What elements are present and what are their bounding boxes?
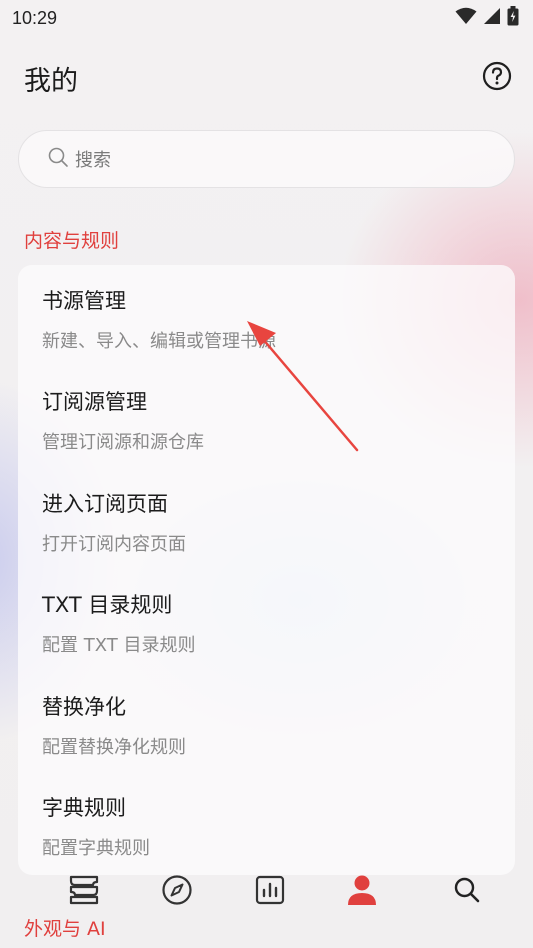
list-item-rss-page[interactable]: 进入订阅页面 打开订阅内容页面 [42,488,186,556]
item-subtitle: 配置字典规则 [42,838,150,859]
status-bar: 10:29 [0,0,533,36]
page-title: 我的 [24,65,78,97]
item-title: 书源管理 [42,289,126,313]
compass-icon [161,874,193,910]
nav-bookshelf[interactable] [66,874,102,910]
item-title: TXT 目录规则 [42,593,173,617]
list-item-dict-rules[interactable]: 字典规则 配置字典规则 [42,792,150,860]
list-item-replace-rules[interactable]: 替换净化 配置替换净化规则 [42,691,186,759]
help-circle-icon [482,61,512,95]
bottom-nav [0,868,533,948]
item-subtitle: 配置 TXT 目录规则 [42,635,196,656]
battery-icon [507,6,519,30]
item-title: 订阅源管理 [42,390,147,414]
help-button[interactable] [481,61,513,95]
item-subtitle: 新建、导入、编辑或管理书源 [42,331,276,352]
list-item-rss-source[interactable]: 订阅源管理 管理订阅源和源仓库 [42,386,204,454]
nav-search[interactable] [449,874,485,910]
signal-icon [483,7,501,29]
settings-card: 书源管理 新建、导入、编辑或管理书源 订阅源管理 管理订阅源和源仓库 进入订阅页… [18,265,515,875]
search-icon [453,876,481,908]
status-icons [455,6,519,30]
item-title: 进入订阅页面 [42,492,168,516]
nav-discover[interactable] [159,874,195,910]
bookshelf-icon [67,875,101,909]
status-time: 10:29 [12,7,58,28]
nav-stats[interactable] [252,874,288,910]
item-subtitle: 打开订阅内容页面 [42,534,186,555]
person-icon [346,874,378,910]
item-subtitle: 配置替换净化规则 [42,737,186,758]
list-item-book-source[interactable]: 书源管理 新建、导入、编辑或管理书源 [42,285,276,353]
item-subtitle: 管理订阅源和源仓库 [42,432,204,453]
search-placeholder: 搜索 [75,150,111,171]
search-input[interactable]: 搜索 [18,130,515,188]
nav-profile[interactable] [344,874,380,910]
item-title: 替换净化 [42,695,126,719]
section-label-content-rules: 内容与规则 [24,230,120,252]
chart-icon [255,875,285,909]
list-item-txt-toc-rules[interactable]: TXT 目录规则 配置 TXT 目录规则 [42,589,195,657]
item-title: 字典规则 [42,796,126,820]
wifi-icon [455,7,477,29]
search-icon [47,146,69,172]
header: 我的 [0,56,533,100]
